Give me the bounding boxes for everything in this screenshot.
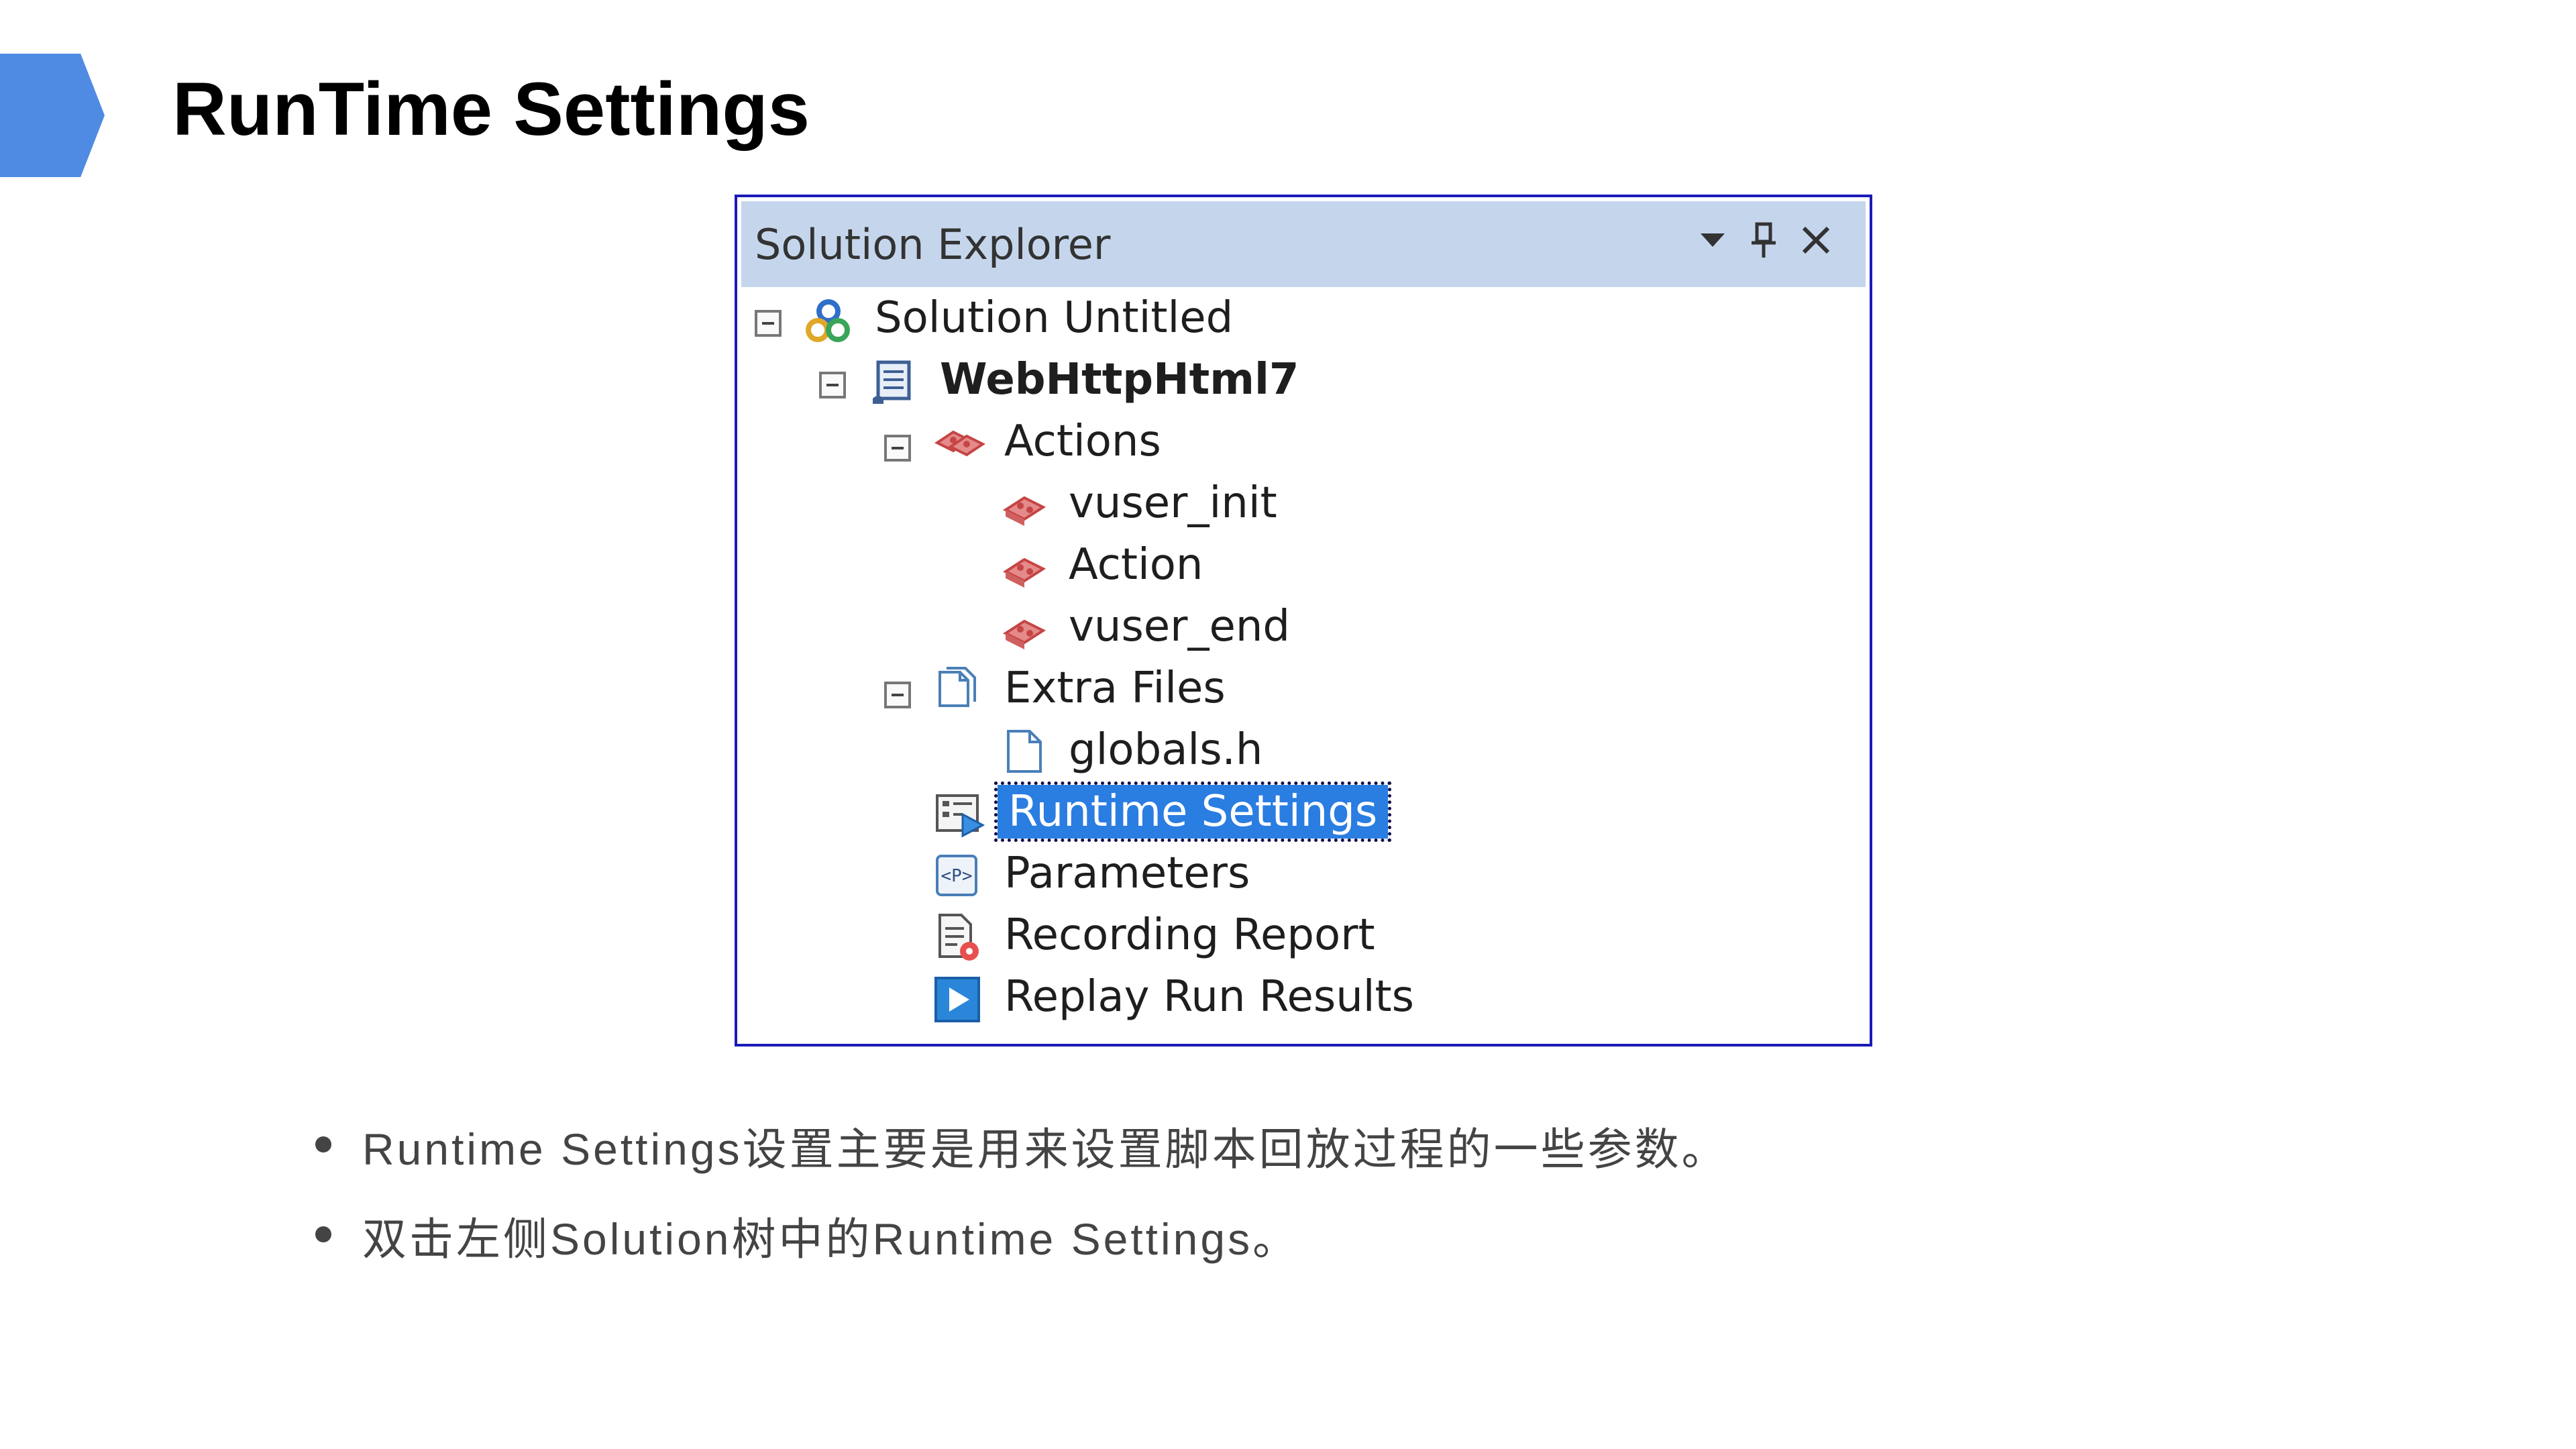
bullet-item: Runtime Settings设置主要是用来设置脚本回放过程的一些参数。 — [315, 1114, 1729, 1203]
svg-text:<P>: <P> — [941, 866, 973, 886]
tree-node-label: Runtime Settings — [994, 782, 1392, 842]
script-icon — [869, 358, 917, 407]
tree-node-label: Recording Report — [1004, 910, 1375, 960]
action-icon — [1000, 483, 1049, 531]
files-icon — [933, 665, 981, 714]
tree-node-label: Action — [1069, 540, 1203, 590]
tree-node-label: Solution Untitled — [875, 293, 1234, 343]
recording-report-icon — [933, 912, 981, 961]
tree-node-script[interactable]: WebHttpHtml7 — [737, 350, 1864, 412]
solution-explorer-panel: Solution Explorer Solution Untitled WebH… — [735, 195, 1872, 1046]
actions-icon — [933, 420, 985, 468]
action-icon — [1000, 606, 1049, 655]
file-icon — [1000, 727, 1049, 775]
tree-node-vuser-end[interactable]: vuser_end — [737, 597, 1864, 659]
tree-node-runtime-settings[interactable]: Runtime Settings — [737, 782, 1864, 844]
tree-node-label: Actions — [1004, 417, 1161, 466]
solution-icon — [803, 297, 851, 345]
collapse-toggle[interactable] — [884, 435, 911, 462]
parameters-icon: <P> — [933, 852, 981, 900]
panel-title: Solution Explorer — [755, 220, 1111, 269]
tree-node-replay-results[interactable]: Replay Run Results — [737, 967, 1864, 1029]
tree-node-solution[interactable]: Solution Untitled — [737, 288, 1864, 350]
panel-header: Solution Explorer — [741, 201, 1866, 287]
tree-node-action[interactable]: Action — [737, 535, 1864, 597]
tree-node-actions[interactable]: Actions — [737, 412, 1864, 474]
runtime-settings-icon — [933, 790, 985, 839]
collapse-toggle[interactable] — [819, 372, 846, 398]
dropdown-arrow-icon[interactable] — [1691, 219, 1734, 262]
tree-node-extra-files[interactable]: Extra Files — [737, 659, 1864, 720]
pin-icon[interactable] — [1742, 219, 1785, 262]
tree-node-label: vuser_init — [1069, 478, 1277, 528]
tree-node-parameters[interactable]: <P> Parameters — [737, 844, 1864, 906]
collapse-toggle[interactable] — [755, 310, 782, 337]
tree-node-label: Replay Run Results — [1004, 972, 1414, 1022]
slide: RunTime Settings Solution Explorer Solut… — [0, 0, 2576, 1449]
tree-node-label: Parameters — [1004, 849, 1250, 898]
tree-node-recording-report[interactable]: Recording Report — [737, 906, 1864, 967]
tree-node-label: WebHttpHtml7 — [940, 355, 1299, 405]
slide-title: RunTime Settings — [172, 67, 810, 151]
collapse-toggle[interactable] — [884, 682, 911, 708]
bullet-list: Runtime Settings设置主要是用来设置脚本回放过程的一些参数。 双击… — [315, 1114, 1729, 1293]
tree-node-vuser-init[interactable]: vuser_init — [737, 474, 1864, 535]
tree-node-label: vuser_end — [1069, 602, 1291, 651]
tree-node-label: globals.h — [1069, 725, 1263, 775]
chevron-accent — [0, 54, 105, 177]
bullet-item: 双击左侧Solution树中的Runtime Settings。 — [315, 1203, 1729, 1293]
tree-node-globals[interactable]: globals.h — [737, 720, 1864, 782]
replay-results-icon — [933, 975, 981, 1024]
close-icon[interactable] — [1794, 219, 1837, 262]
action-icon — [1000, 545, 1049, 593]
tree-node-label: Extra Files — [1004, 663, 1226, 713]
